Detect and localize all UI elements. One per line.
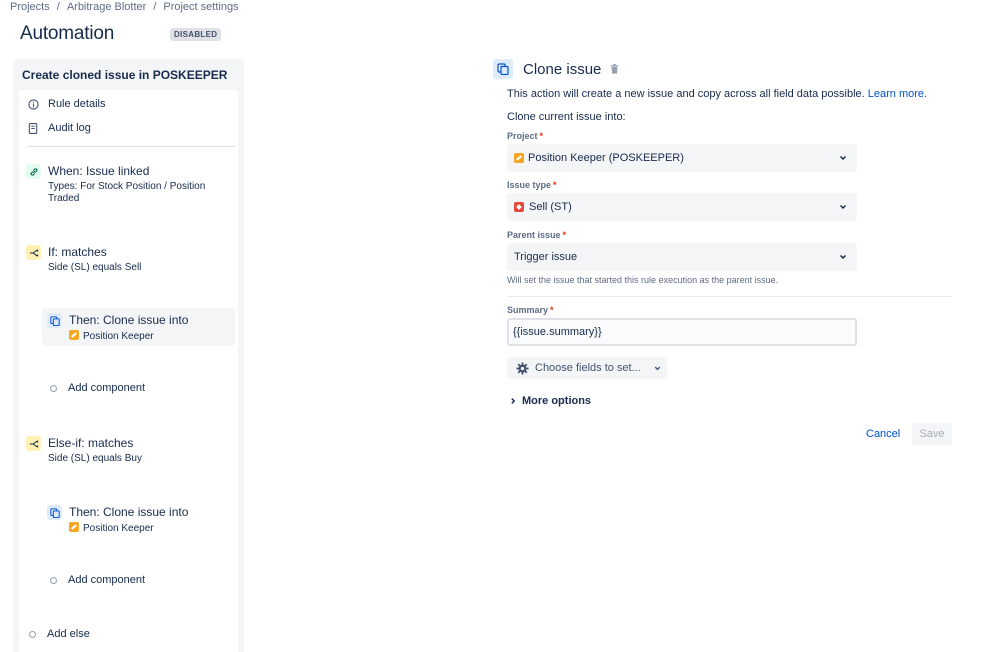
clone-icon <box>47 313 62 328</box>
choose-fields-button[interactable]: Choose fields to set... <box>507 357 667 379</box>
parent-issue-label-text: Parent issue <box>507 230 561 240</box>
learn-more-link[interactable]: Learn more. <box>868 88 927 100</box>
audit-log-label: Audit log <box>48 122 91 134</box>
summary-field-label: Summary * <box>507 305 554 315</box>
summary-label-text: Summary <box>507 305 549 315</box>
trash-icon[interactable] <box>610 64 619 74</box>
add-component-2-label: Add component <box>68 574 146 586</box>
choose-fields-label: Choose fields to set... <box>535 362 641 374</box>
then-1-label: Then: Clone issue into <box>69 313 189 327</box>
issue-type-icon <box>514 202 524 212</box>
then-1-project: Position Keeper <box>69 330 154 343</box>
status-badge: DISABLED <box>170 28 222 41</box>
required-marker: * <box>562 230 567 240</box>
add-else-label: Add else <box>47 628 90 640</box>
condition-if-desc: Side (SL) equals Sell <box>48 262 142 273</box>
more-options-label: More options <box>522 395 592 407</box>
issue-type-select[interactable]: Sell (ST) <box>507 193 857 221</box>
breadcrumb-projects[interactable]: Projects <box>10 1 50 13</box>
divider <box>507 296 952 297</box>
then-1-project-label: Position Keeper <box>83 331 154 342</box>
project-icon <box>69 330 79 340</box>
required-marker: * <box>539 131 544 141</box>
action-clone-issue-1[interactable]: Then: Clone issue into Position Keeper <box>47 313 227 343</box>
circle-icon <box>50 576 57 584</box>
chevron-down-icon <box>838 153 848 163</box>
breadcrumb-arbitrage-blotter[interactable]: Arbitrage Blotter <box>67 1 146 13</box>
link-icon <box>26 164 41 179</box>
branch-icon <box>26 245 41 260</box>
add-component-2[interactable]: Add component <box>50 574 145 586</box>
circle-icon <box>50 384 57 392</box>
add-component-1-label: Add component <box>68 382 146 394</box>
clone-icon <box>493 59 513 79</box>
circle-icon <box>29 630 36 638</box>
then-2-project: Position Keeper <box>69 522 154 535</box>
branch-icon <box>26 436 41 451</box>
project-select[interactable]: Position Keeper (POSKEEPER) <box>507 144 857 172</box>
chevron-down-icon <box>838 252 848 262</box>
audit-log-link[interactable]: Audit log <box>27 122 91 134</box>
rule-components: Rule details Audit log When: Issue linke… <box>19 90 238 652</box>
chevron-down-icon <box>653 364 662 373</box>
info-icon <box>27 98 39 110</box>
rule-title: Create cloned issue in POSKEEPER <box>22 68 228 82</box>
gear-icon <box>516 361 529 375</box>
issue-type-label-text: Issue type <box>507 180 552 190</box>
rule-panel: Create cloned issue in POSKEEPER Rule de… <box>13 59 244 652</box>
cancel-button[interactable]: Cancel <box>860 423 906 445</box>
save-button[interactable]: Save <box>912 423 952 445</box>
project-value: Position Keeper (POSKEEPER) <box>528 152 684 164</box>
condition-if-label: If: matches <box>48 245 107 259</box>
parent-issue-field-label: Parent issue * <box>507 230 566 240</box>
rule-details-link[interactable]: Rule details <box>27 98 105 110</box>
breadcrumb-project-settings[interactable]: Project settings <box>163 1 238 13</box>
then-2-project-label: Position Keeper <box>83 523 154 534</box>
trigger-label: When: Issue linked <box>48 164 150 178</box>
issue-type-value: Sell (ST) <box>529 201 572 213</box>
trigger-issue-linked[interactable]: When: Issue linked Types: For Stock Posi… <box>26 164 226 204</box>
condition-if-matches[interactable]: If: matches Side (SL) equals Sell <box>26 245 226 275</box>
document-icon <box>27 122 39 134</box>
chevron-down-icon <box>838 202 848 212</box>
condition-else-if-matches[interactable]: Else-if: matches Side (SL) equals Buy <box>26 436 226 466</box>
summary-input[interactable] <box>507 318 857 346</box>
required-marker: * <box>553 180 557 190</box>
breadcrumb-separator: / <box>153 1 157 13</box>
page-title: Automation <box>20 23 115 44</box>
parent-issue-helper: Will set the issue that started this rul… <box>507 275 779 285</box>
project-field-label: Project * <box>507 131 543 141</box>
project-icon <box>69 522 79 532</box>
required-marker: * <box>550 305 554 315</box>
action-title: Clone issue <box>523 60 602 78</box>
action-intro: This action will create a new issue and … <box>507 88 927 100</box>
parent-issue-select[interactable]: Trigger issue <box>507 243 857 271</box>
then-2-label: Then: Clone issue into <box>69 505 189 519</box>
condition-else-if-desc: Side (SL) equals Buy <box>48 453 142 464</box>
clone-into-label: Clone current issue into: <box>507 111 626 123</box>
issue-type-field-label: Issue type * <box>507 180 557 190</box>
breadcrumb-separator: / <box>56 1 60 13</box>
chevron-right-icon <box>509 397 517 405</box>
more-options-toggle[interactable]: More options <box>509 395 591 407</box>
project-label-text: Project <box>507 131 538 141</box>
divider <box>27 146 235 147</box>
clone-icon <box>47 505 62 520</box>
action-clone-issue-2[interactable]: Then: Clone issue into Position Keeper <box>47 505 227 535</box>
trigger-desc: Types: For Stock Position / Position Tra… <box>48 181 206 204</box>
breadcrumb: Projects / Arbitrage Blotter / Project s… <box>10 1 239 13</box>
project-icon <box>514 153 524 163</box>
rule-details-label: Rule details <box>48 98 106 110</box>
add-else[interactable]: Add else <box>29 628 90 640</box>
add-component-1[interactable]: Add component <box>50 382 145 394</box>
intro-text: This action will create a new issue and … <box>507 88 865 100</box>
action-header: Clone issue <box>493 59 619 79</box>
condition-else-if-label: Else-if: matches <box>48 436 134 450</box>
parent-issue-value: Trigger issue <box>514 251 578 263</box>
